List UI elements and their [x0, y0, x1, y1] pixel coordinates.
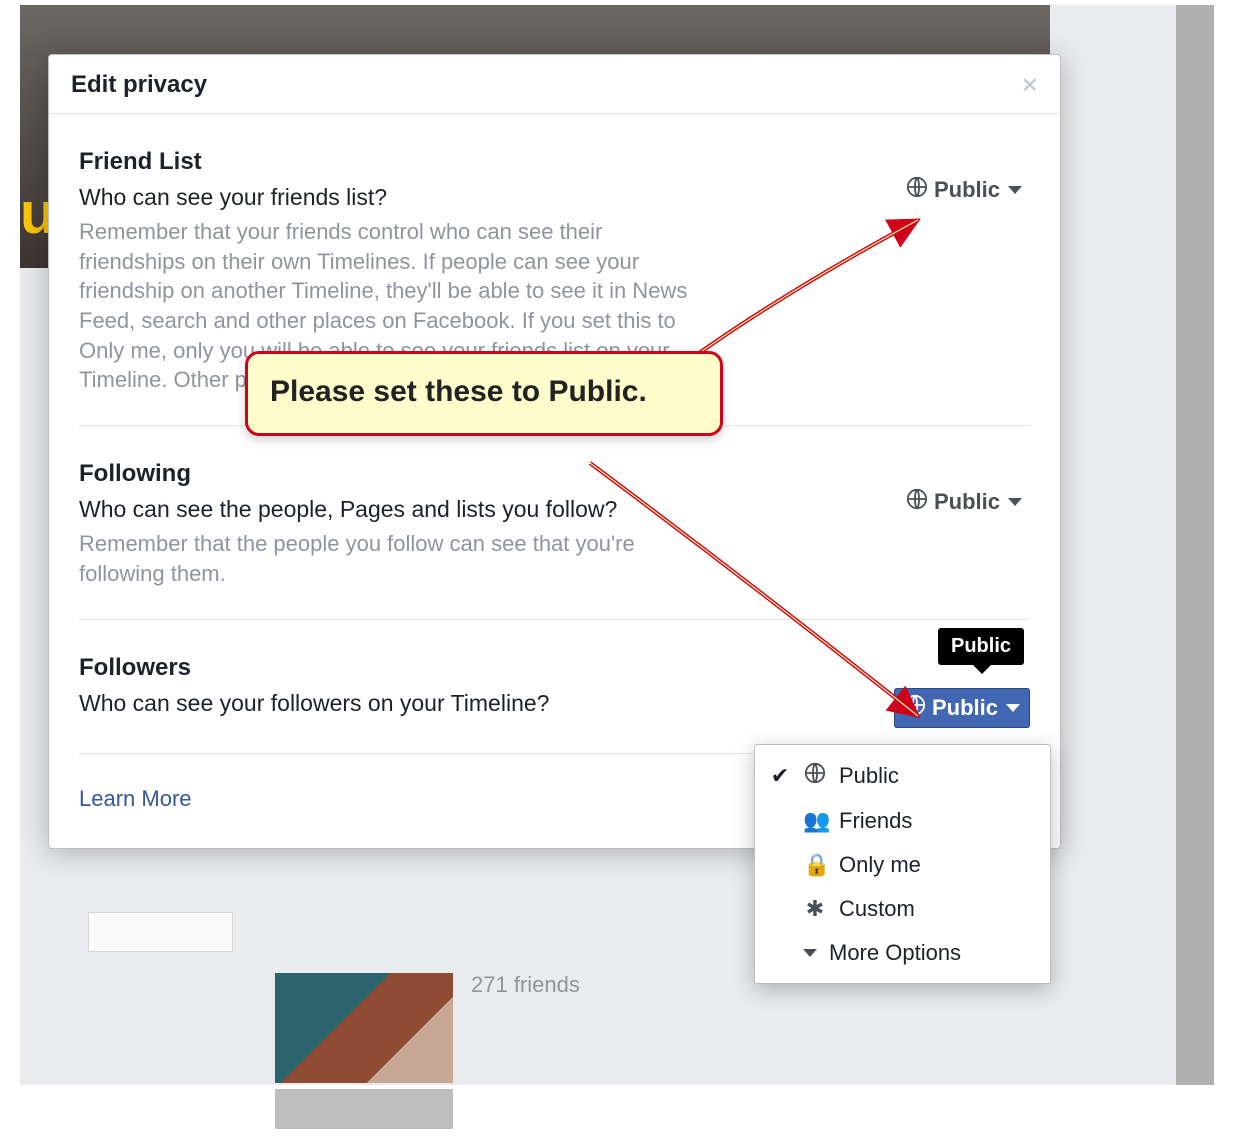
dialog-title: Edit privacy [71, 71, 207, 99]
privacy-selector-followers[interactable]: Public [894, 688, 1030, 728]
section-question: Who can see the people, Pages and lists … [79, 496, 1030, 523]
dropdown-option-only-me[interactable]: 🔒 Only me [755, 843, 1050, 887]
caret-down-icon [1008, 186, 1022, 194]
privacy-value: Public [932, 695, 998, 721]
globe-icon [906, 176, 928, 204]
section-heading: Friend List [79, 148, 1030, 176]
friend-thumbnail [275, 973, 453, 1083]
dropdown-option-label: Custom [839, 896, 915, 922]
privacy-selector-following[interactable]: Public [898, 484, 1030, 520]
privacy-selector-friend-list[interactable]: Public [898, 172, 1030, 208]
section-description: Remember that the people you follow can … [79, 529, 709, 588]
public-tooltip: Public [938, 628, 1024, 665]
close-button[interactable]: × [1022, 71, 1038, 99]
background-box [88, 912, 233, 952]
lock-icon: 🔒 [803, 852, 827, 878]
globe-icon [906, 488, 928, 516]
friends-icon: 👥 [803, 808, 827, 834]
dialog-header: Edit privacy × [49, 55, 1060, 114]
dropdown-option-public[interactable]: ✔ Public [755, 753, 1050, 799]
dropdown-option-more-options[interactable]: More Options [755, 931, 1050, 975]
globe-icon [803, 762, 827, 790]
privacy-dropdown: ✔ Public 👥 Friends 🔒 Only me ✱ Custom Mo… [754, 744, 1051, 984]
section-following: Following Who can see the people, Pages … [79, 426, 1030, 619]
section-followers: Followers Who can see your followers on … [79, 620, 1030, 754]
section-question: Who can see your friends list? [79, 184, 1030, 211]
annotation-text: Please set these to Public. [270, 375, 647, 408]
caret-down-icon [1008, 498, 1022, 506]
dropdown-option-custom[interactable]: ✱ Custom [755, 887, 1050, 931]
globe-icon [904, 694, 926, 722]
dropdown-option-label: Only me [839, 852, 921, 878]
privacy-value: Public [934, 489, 1000, 515]
dropdown-option-label: Friends [839, 808, 912, 834]
edit-privacy-dialog: Edit privacy × Friend List Who can see y… [48, 54, 1061, 849]
dropdown-option-label: Public [839, 763, 899, 789]
friend-thumbnail-2 [275, 1089, 453, 1129]
annotation-callout: Please set these to Public. [245, 351, 723, 436]
dropdown-option-friends[interactable]: 👥 Friends [755, 799, 1050, 843]
gear-icon: ✱ [803, 896, 827, 922]
learn-more-link[interactable]: Learn More [79, 786, 192, 811]
privacy-value: Public [934, 177, 1000, 203]
friend-count-label: 271 friends [471, 972, 580, 998]
section-question: Who can see your followers on your Timel… [79, 690, 1030, 717]
check-icon: ✔ [769, 763, 791, 789]
dropdown-option-label: More Options [829, 940, 961, 966]
section-heading: Followers [79, 654, 1030, 682]
section-heading: Following [79, 460, 1030, 488]
caret-down-icon [803, 949, 817, 957]
caret-down-icon [1006, 704, 1020, 712]
